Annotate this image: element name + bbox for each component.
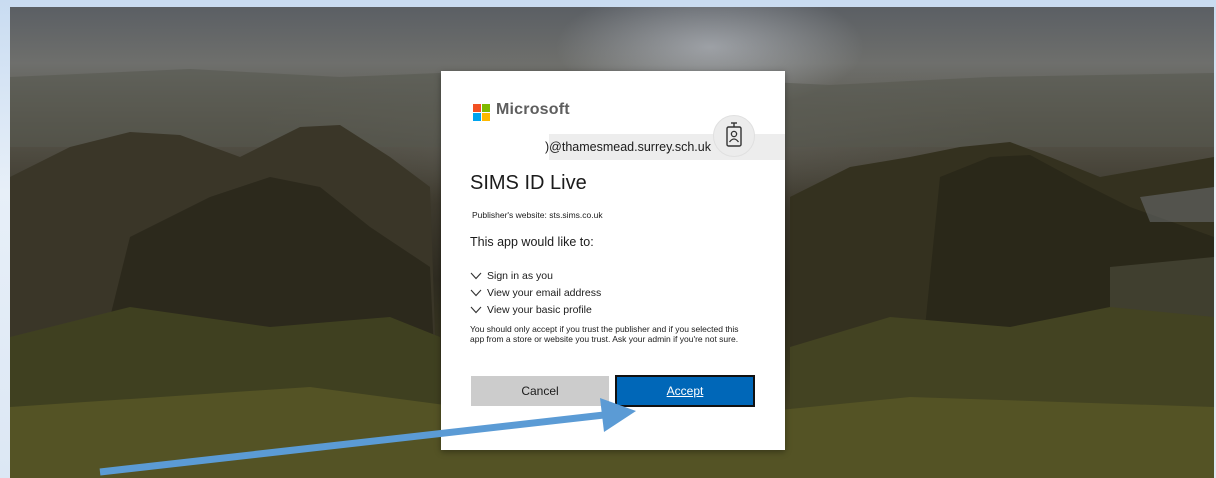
account-bar-mask <box>441 128 549 160</box>
microsoft-logo-icon <box>473 104 490 121</box>
permission-item[interactable]: View your email address <box>470 284 601 301</box>
account-badge-icon <box>713 115 755 157</box>
accept-button[interactable]: Accept <box>615 375 755 407</box>
permission-label: Sign in as you <box>487 269 553 282</box>
permissions-heading: This app would like to: <box>470 235 594 249</box>
permission-label: View your email address <box>487 286 602 299</box>
trust-notice: You should only accept if you trust the … <box>470 324 739 344</box>
permission-label: View your basic profile <box>487 303 592 316</box>
logo-square-green <box>482 104 490 112</box>
publisher-website: Publisher's website: sts.sims.co.uk <box>472 210 603 220</box>
logo-square-red <box>473 104 481 112</box>
logo-square-yellow <box>482 113 490 121</box>
badge-icon-graphic <box>726 122 742 147</box>
logo-square-blue <box>473 113 481 121</box>
consent-dialog: Microsoft )@thamesmead.surrey.sch.uk SIM… <box>441 71 785 450</box>
chevron-down-icon <box>470 306 482 313</box>
cancel-button[interactable]: Cancel <box>471 376 609 406</box>
account-email: )@thamesmead.surrey.sch.uk <box>545 140 711 154</box>
chevron-down-icon <box>470 289 482 296</box>
chevron-down-icon <box>470 272 482 279</box>
permission-item[interactable]: View your basic profile <box>470 301 601 318</box>
permission-list: Sign in as you View your email address V… <box>470 267 601 318</box>
permission-item[interactable]: Sign in as you <box>470 267 601 284</box>
brand-name: Microsoft <box>496 101 570 118</box>
app-title: SIMS ID Live <box>470 172 587 194</box>
